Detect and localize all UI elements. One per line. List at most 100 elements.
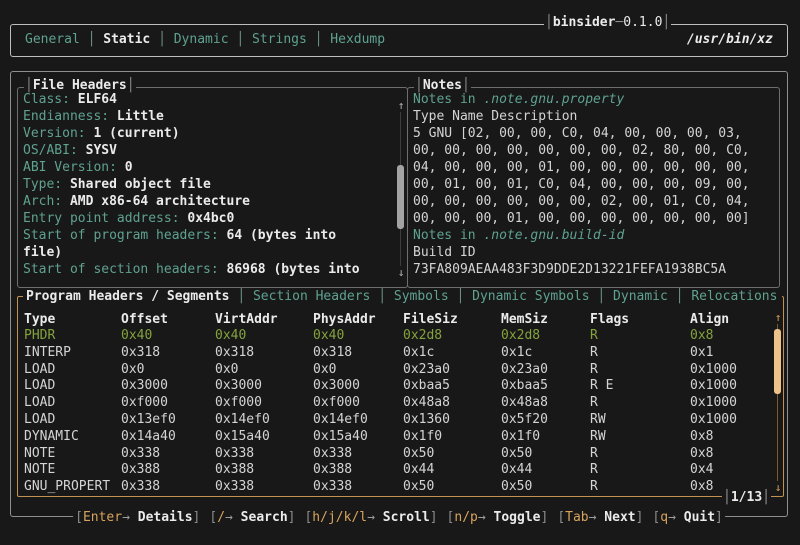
scrollbar-thumb[interactable] [774, 329, 781, 394]
table-row[interactable]: GNU_PROPERT0x3380x3380x3380x500x50R0x8 [18, 479, 783, 496]
segments-scrollbar[interactable]: ↑ ↓ [773, 312, 783, 493]
table-cell: 0x338 [121, 479, 215, 496]
notes-section-prefix: Notes in [413, 228, 483, 243]
file-header-line: ABI Version: 0 [23, 159, 395, 176]
notes-text: Type Name Description [413, 109, 577, 124]
scroll-up-icon[interactable]: ↑ [773, 312, 783, 323]
table-cell: 0x1000 [690, 395, 783, 412]
table-cell: LOAD [24, 378, 121, 395]
keybinding-details: [Enter→ Details] [75, 510, 200, 525]
notes-line: 5 GNU [02, 00, 00, C0, 04, 00, 00, 00, 0… [413, 125, 767, 142]
column-header-offset: Offset [121, 311, 215, 328]
scroll-down-icon[interactable]: ↓ [396, 267, 406, 278]
bracket-close: ] [288, 510, 296, 525]
tab-relocations[interactable]: Relocations [691, 289, 777, 304]
bracket-close: ] [540, 510, 548, 525]
tab-symbols[interactable]: Symbols [394, 289, 449, 304]
table-cell: 0x1360 [403, 412, 501, 429]
page-delim: │ [762, 490, 770, 505]
table-cell: LOAD [24, 395, 121, 412]
bracket-close: ] [193, 510, 201, 525]
table-row[interactable]: NOTE0x3880x3880x3880x440x44R0x4 [18, 462, 783, 479]
bracket-open: [ [652, 510, 660, 525]
tab-dynamic[interactable]: Dynamic [174, 32, 229, 47]
table-row[interactable]: INTERP0x3180x3180x3180x1c0x1cR0x1 [18, 345, 783, 362]
table-cell: 0x1000 [690, 378, 783, 395]
field-label: Class: [23, 92, 78, 107]
table-cell: 0x23a0 [403, 362, 501, 379]
app-name: binsider [553, 15, 616, 30]
table-cell: 0x8 [690, 429, 783, 446]
table-cell: 0x13ef0 [121, 412, 215, 429]
table-cell: 0x50 [403, 479, 501, 496]
tab-dynamic[interactable]: Dynamic [613, 289, 668, 304]
top-tab-bar: │binsider─0.1.0│ General │ Static │ Dyna… [10, 24, 788, 57]
notes-text: 73FA809AEAA483F3D9DDE2D13221FEFA1938BC5A [413, 262, 726, 277]
notes-line: 00, 00, 00, 01, 00, 00, 00, 00, 00, 00, … [413, 210, 767, 227]
tab-separator: │ [668, 289, 691, 304]
table-row[interactable]: LOAD0x00x00x00x23a00x23a0R0x1000 [18, 362, 783, 379]
field-label: Endianness: [23, 109, 117, 124]
action-label: Search [241, 510, 288, 525]
table-row[interactable]: LOAD0xf0000xf0000xf0000x48a80x48a8R0x100… [18, 395, 783, 412]
file-header-line: Start of program headers: 64 (bytes into [23, 227, 395, 244]
table-cell: NOTE [24, 446, 121, 463]
table-row[interactable]: LOAD0x13ef00x14ef00x14ef00x13600x5f20RW0… [18, 412, 783, 429]
table-cell: 0x388 [215, 462, 313, 479]
scrollbar-thumb[interactable] [397, 165, 404, 229]
tab-hexdump[interactable]: Hexdump [330, 32, 385, 47]
table-row[interactable]: PHDR0x400x400x400x2d80x2d8R0x8 [18, 328, 783, 345]
table-cell: 0x3000 [121, 378, 215, 395]
table-row[interactable]: NOTE0x3380x3380x3380x500x50R0x8 [18, 446, 783, 463]
tab-separator: │ [230, 289, 253, 304]
notes-text: 5 GNU [02, 00, 00, C0, 04, 00, 00, 00, 0… [413, 126, 742, 141]
tab-strings[interactable]: Strings [252, 32, 307, 47]
table-row[interactable]: DYNAMIC0x14a400x15a400x15a400x1f00x1f0RW… [18, 429, 783, 446]
table-row[interactable]: LOAD0x30000x30000x30000xbaa50xbaa5R E0x1… [18, 378, 783, 395]
field-label: Entry point address: [23, 211, 187, 226]
tab-general[interactable]: General [25, 32, 80, 47]
keybinding-toggle: [n/p→ Toggle] [447, 510, 549, 525]
table-cell: 0x318 [121, 345, 215, 362]
scroll-down-icon[interactable]: ↓ [773, 482, 783, 493]
column-header-type: Type [24, 311, 121, 328]
file-headers-scrollbar[interactable]: ↑ ↓ [396, 100, 406, 278]
keybindings-bar: [Enter→ Details][/→ Search][h/j/k/l→ Scr… [73, 510, 725, 525]
arrow-icon: → [225, 510, 241, 525]
notes-content: Notes in .note.gnu.propertyType Name Des… [413, 91, 767, 278]
scroll-up-icon[interactable]: ↑ [396, 100, 406, 111]
table-cell: 0x8 [690, 446, 783, 463]
file-header-line: Arch: AMD x86-64 architecture [23, 193, 395, 210]
tab-static[interactable]: Static [103, 32, 150, 47]
table-cell: 0x2d8 [403, 328, 501, 345]
table-cell: NOTE [24, 462, 121, 479]
table-cell: 0x318 [313, 345, 403, 362]
file-header-line: Class: ELF64 [23, 91, 395, 108]
tab-program-headers-segments[interactable]: Program Headers / Segments [26, 289, 230, 304]
table-cell: 0x2d8 [501, 328, 590, 345]
table-cell: DYNAMIC [24, 429, 121, 446]
arrow-icon: → [367, 510, 383, 525]
table-cell: 0x40 [215, 328, 313, 345]
table-cell: 0x8 [690, 328, 783, 345]
keybinding-quit: [q→ Quit] [652, 510, 722, 525]
table-cell: 0x0 [215, 362, 313, 379]
tab-separator: │ [229, 32, 252, 47]
tab-dynamic-symbols[interactable]: Dynamic Symbols [472, 289, 589, 304]
table-cell: 0x1c [501, 345, 590, 362]
table-cell: 0xbaa5 [403, 378, 501, 395]
notes-line: 00, 00, 00, 00, 00, 00, 02, 00, 01, C0, … [413, 193, 767, 210]
bracket-close: ] [430, 510, 438, 525]
field-label: Type: [23, 177, 70, 192]
table-cell: 0x338 [313, 446, 403, 463]
column-header-physaddr: PhysAddr [313, 311, 403, 328]
notes-line: 00, 00, 00, 00, 00, 00, 00, 02, 80, 00, … [413, 142, 767, 159]
action-label: Toggle [494, 510, 541, 525]
file-headers-panel: │File Headers│ Class: ELF64Endianness: L… [17, 87, 408, 288]
notes-line: Build ID [413, 244, 767, 261]
field-value: 0 [125, 160, 133, 175]
table-cell: 0x1000 [690, 412, 783, 429]
table-cell: 0x44 [403, 462, 501, 479]
tab-section-headers[interactable]: Section Headers [253, 289, 370, 304]
arrow-icon: → [589, 510, 605, 525]
